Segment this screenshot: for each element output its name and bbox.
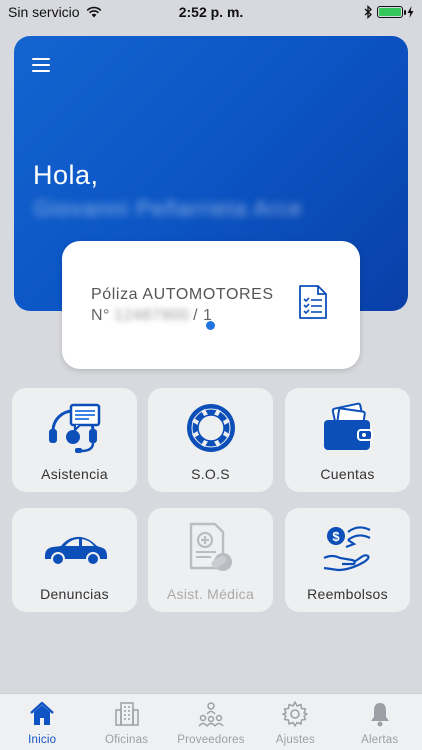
policy-number: N° 12487900 / 1 — [91, 307, 212, 325]
charging-icon — [407, 6, 414, 18]
tile-label: S.O.S — [191, 466, 230, 482]
nav-label: Alertas — [361, 734, 399, 746]
gear-icon — [282, 701, 309, 727]
nav-label: Proveedores — [177, 734, 245, 746]
document-checklist-icon[interactable] — [298, 284, 328, 320]
tile-reembolsos[interactable]: $ Reembolsos — [285, 508, 410, 612]
nav-item-alertas[interactable]: Alertas — [338, 694, 422, 746]
bell-icon — [370, 703, 389, 727]
nav-item-ajustes[interactable]: Ajustes — [253, 694, 337, 746]
bluetooth-icon — [364, 5, 372, 19]
nav-label: Ajustes — [275, 734, 315, 746]
svg-text:$: $ — [332, 529, 340, 544]
nav-label: Oficinas — [105, 734, 149, 746]
tile-asist-medica[interactable]: Asist. Médica — [148, 508, 273, 612]
greeting-text: Hola, — [33, 160, 99, 190]
policy-number-prefix: N° — [91, 307, 110, 324]
tile-label: Cuentas — [320, 466, 375, 482]
policy-title: Póliza AUTOMOTORES — [91, 286, 274, 303]
user-name: Giovanni Peñarrieta Arce — [34, 196, 303, 221]
nav-item-proveedores[interactable]: Proveedores — [169, 694, 253, 746]
building-icon — [114, 702, 139, 726]
medical-report-icon — [177, 520, 245, 576]
tile-denuncias[interactable]: Denuncias — [12, 508, 137, 612]
nav-label: Inicio — [28, 734, 57, 746]
nav-item-inicio[interactable]: Inicio — [0, 694, 84, 746]
car-icon — [41, 520, 109, 576]
tile-label: Reembolsos — [307, 586, 388, 602]
wifi-icon — [86, 6, 101, 18]
tile-cuentas[interactable]: Cuentas — [285, 388, 410, 492]
policy-card[interactable]: Póliza AUTOMOTORES N° 12487900 / 1 — [62, 241, 360, 369]
nav-item-oficinas[interactable]: Oficinas — [85, 694, 169, 746]
wallet-icon — [314, 400, 382, 456]
status-right — [364, 5, 414, 19]
status-bar: Sin servicio 2:52 p. m. — [0, 0, 422, 24]
headset-chat-icon — [41, 400, 109, 456]
policy-number-redacted: 12487900 — [113, 307, 190, 324]
tile-asistencia[interactable]: Asistencia — [12, 388, 137, 492]
status-left: Sin servicio — [8, 4, 102, 20]
tile-label: Asistencia — [41, 466, 108, 482]
people-network-icon — [198, 702, 224, 727]
page-indicator-dot — [206, 321, 215, 330]
tile-label: Asist. Médica — [166, 586, 255, 602]
money-hand-icon: $ — [314, 520, 382, 576]
tile-sos[interactable]: S.O.S — [148, 388, 273, 492]
home-icon — [30, 701, 54, 725]
battery-icon — [377, 6, 406, 18]
bottom-navigation: Inicio Oficinas Proveedores Ajustes Aler… — [0, 693, 422, 750]
tile-label: Denuncias — [40, 586, 109, 602]
menu-icon[interactable] — [32, 58, 50, 72]
lifebuoy-icon — [177, 400, 245, 456]
carrier-label: Sin servicio — [8, 4, 80, 20]
